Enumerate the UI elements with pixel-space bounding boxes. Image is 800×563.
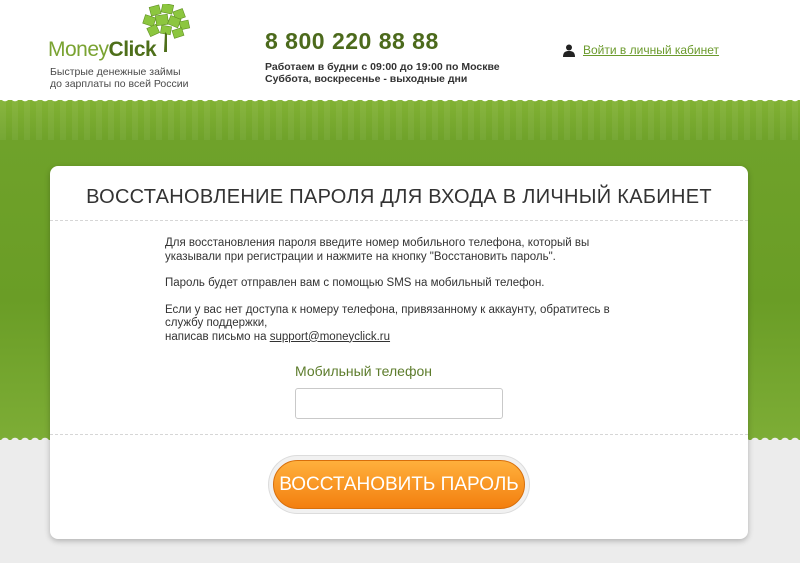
phone-input[interactable] <box>295 388 503 419</box>
login-link[interactable]: Войти в личный кабинет <box>583 43 719 57</box>
support-text-prefix: написав письмо на <box>165 330 270 343</box>
user-icon <box>563 44 575 57</box>
password-recovery-card: ВОССТАНОВЛЕНИЕ ПАРОЛЯ ДЛЯ ВХОДА В ЛИЧНЫЙ… <box>50 166 748 539</box>
working-hours: Работаем в будни с 09:00 до 19:00 по Мос… <box>265 61 500 85</box>
login-link-container: Войти в личный кабинет <box>563 43 719 57</box>
logo-tagline-line2: до зарплаты по всей России <box>50 78 189 90</box>
logo-money: Money <box>48 38 109 61</box>
support-email-link[interactable]: support@moneyclick.ru <box>270 331 390 343</box>
instruction-paragraph-1: Для восстановления пароля введите номер … <box>165 237 590 263</box>
working-hours-weekdays: Работаем в будни с 09:00 до 19:00 по Мос… <box>265 61 500 73</box>
working-hours-weekend: Суббота, воскресенье - выходные дни <box>265 73 468 85</box>
site-header: MoneyClick Быстрые денежные займы до зар… <box>0 0 800 100</box>
logo[interactable]: MoneyClick Быстрые денежные займы до зар… <box>48 4 208 94</box>
title-divider <box>50 220 748 221</box>
band-zigzag-top <box>0 97 800 105</box>
support-phone: 8 800 220 88 88 <box>265 28 439 54</box>
form-divider <box>50 434 748 435</box>
logo-wordmark: MoneyClick <box>48 38 157 62</box>
instruction-paragraph-2: Пароль будет отправлен вам с помощью SMS… <box>165 277 545 289</box>
restore-password-button[interactable]: ВОССТАНОВИТЬ ПАРОЛЬ <box>273 460 525 509</box>
band-stripes <box>0 100 800 140</box>
phone-field-label: Мобильный телефон <box>295 363 432 379</box>
logo-click: Click <box>108 38 157 61</box>
support-text: Если у вас нет доступа к номеру телефона… <box>165 303 610 330</box>
instruction-paragraph-3: Если у вас нет доступа к номеру телефона… <box>165 304 635 345</box>
page-title: ВОССТАНОВЛЕНИЕ ПАРОЛЯ ДЛЯ ВХОДА В ЛИЧНЫЙ… <box>86 186 712 208</box>
instructions: Для восстановления пароля введите номер … <box>165 237 635 357</box>
logo-tagline: Быстрые денежные займы до зарплаты по вс… <box>50 66 200 90</box>
logo-tagline-line1: Быстрые денежные займы <box>50 66 181 78</box>
